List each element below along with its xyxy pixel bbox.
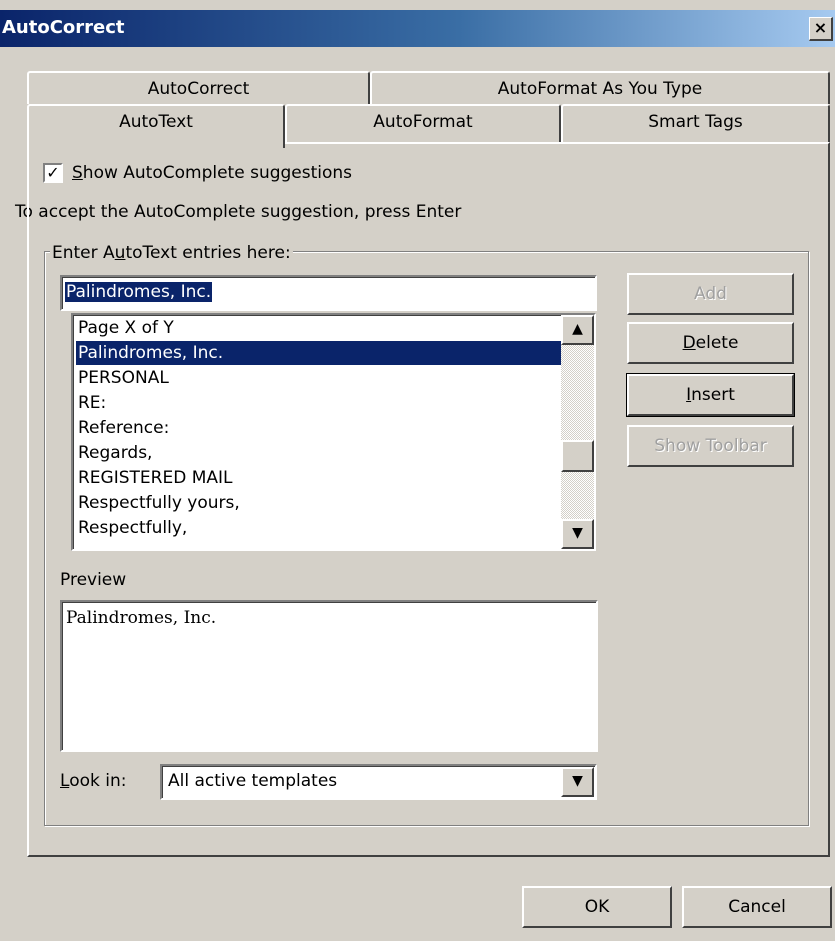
tab-label: AutoFormat As You Type [497,79,703,99]
autocorrect-dialog: AutoCorrect × AutoCorrect AutoFormat As … [0,0,835,941]
tab-label: AutoFormat [373,112,473,132]
tab-autoformat[interactable]: AutoFormat [285,104,561,144]
tab-label: AutoText [119,112,193,132]
tab-label: Smart Tags [648,112,743,132]
close-icon[interactable]: × [809,17,833,41]
tab-autotext[interactable]: AutoText [27,104,285,148]
ok-button[interactable]: OK [522,886,672,928]
tab-autocorrect[interactable]: AutoCorrect [27,71,370,104]
window-title: AutoCorrect [2,17,125,38]
tab-label: AutoCorrect [147,79,250,99]
tab-autoformat-as-you-type[interactable]: AutoFormat As You Type [370,71,830,104]
title-bar[interactable]: AutoCorrect × [0,10,835,47]
cancel-button[interactable]: Cancel [682,886,832,928]
tab-smart-tags[interactable]: Smart Tags [561,104,830,144]
autotext-tab-panel [27,142,830,857]
